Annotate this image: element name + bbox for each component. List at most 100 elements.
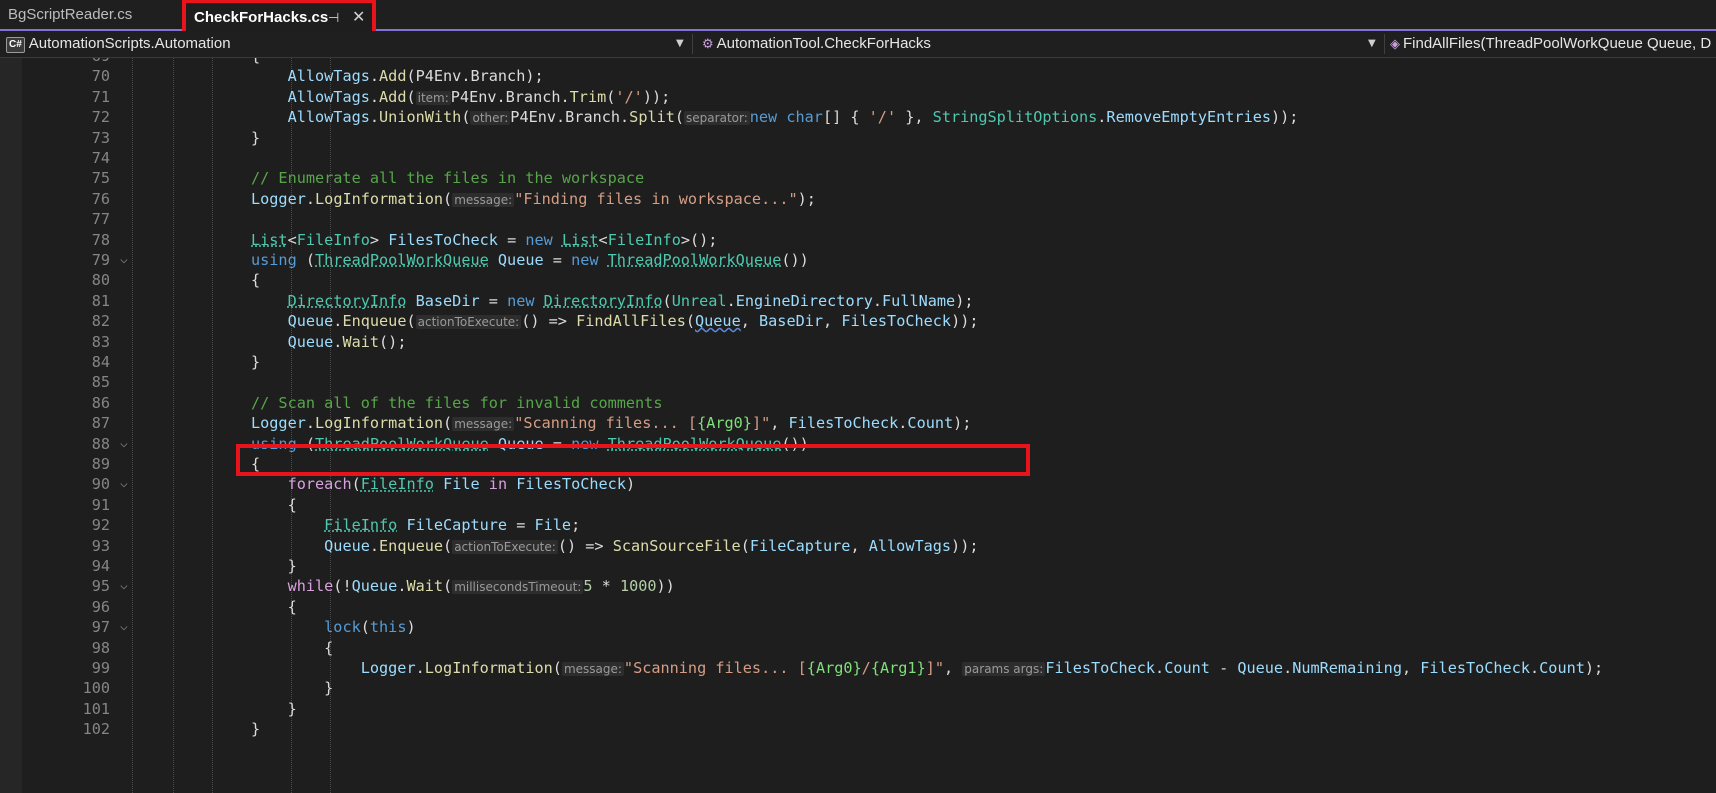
line-number: 100 xyxy=(82,679,110,698)
code-line[interactable]: 72 AllowTags.UnionWith(other: P4Env.Branc… xyxy=(0,106,1716,128)
code-line[interactable]: 73} xyxy=(0,127,1716,149)
line-number: 86 xyxy=(91,393,110,412)
type-name: AutomationTool.CheckForHacks xyxy=(716,35,931,52)
code-text: } xyxy=(251,353,261,371)
code-line[interactable]: 81 DirectoryInfo BaseDir = new Directory… xyxy=(0,290,1716,312)
line-number: 70 xyxy=(91,67,110,86)
code-line[interactable]: 90 ⌵ foreach(FileInfo File in FilesToChec… xyxy=(0,473,1716,495)
project-dropdown[interactable]: C# AutomationScripts.Automation xyxy=(6,33,616,55)
code-text: { xyxy=(251,271,261,290)
code-editor[interactable]: 69{70 AllowTags.Add(P4Env.Branch);71 All… xyxy=(0,58,1716,793)
close-icon[interactable]: ✕ xyxy=(352,3,365,33)
line-number: 74 xyxy=(91,149,110,167)
code-text: DirectoryInfo BaseDir = new DirectoryInf… xyxy=(287,291,974,310)
code-text: { xyxy=(287,597,297,616)
code-line[interactable]: 78 List<FileInfo> FilesToCheck = new List… xyxy=(0,229,1716,251)
code-line[interactable]: 74 xyxy=(0,147,1716,169)
code-line[interactable]: 99 Logger.LogInformation(message: "Scanni… xyxy=(0,657,1716,679)
code-text: List<FileInfo> FilesToCheck = new List<F… xyxy=(251,230,718,249)
type-dropdown[interactable]: ⚙ AutomationTool.CheckForHacks xyxy=(702,33,1362,55)
code-line[interactable]: 79 ⌵ using (ThreadPoolWorkQueue Queue = ne… xyxy=(0,249,1716,271)
chevron-down-icon[interactable]: ▼ xyxy=(676,33,684,55)
line-number: 99 xyxy=(91,659,110,677)
line-number: 101 xyxy=(82,699,110,718)
line-number: 76 xyxy=(91,189,110,208)
code-text: } xyxy=(287,699,297,718)
line-number: 87 xyxy=(91,414,110,433)
line-number: 91 xyxy=(91,495,110,514)
fold-chevron-icon[interactable]: ⌵ xyxy=(120,616,128,638)
code-line[interactable]: 77 xyxy=(0,208,1716,230)
code-line[interactable]: 76 Logger.LogInformation(message: "Finding… xyxy=(0,188,1716,210)
line-number: 73 xyxy=(91,128,110,147)
line-number: 80 xyxy=(91,271,110,290)
code-text: lock(this) xyxy=(324,618,416,637)
code-line[interactable]: 83 Queue.Wait(); xyxy=(0,331,1716,353)
code-line[interactable]: 84} xyxy=(0,351,1716,373)
member-dropdown[interactable]: ◈ FindAllFiles(ThreadPoolWorkQueue Queue,… xyxy=(1390,33,1716,55)
tab-label: BgScriptReader.cs xyxy=(8,6,133,23)
fold-chevron-icon[interactable]: ⌵ xyxy=(120,249,128,271)
highlight-box xyxy=(236,444,1030,476)
line-number: 79 xyxy=(91,251,110,269)
code-line[interactable]: 95 ⌵ while(!Queue.Wait(millisecondsTimeou… xyxy=(0,575,1716,597)
tab-bgscriptreader[interactable]: BgScriptReader.cs xyxy=(0,0,178,29)
code-text: } xyxy=(251,128,261,147)
code-line[interactable]: 98 { xyxy=(0,637,1716,659)
code-text: } xyxy=(251,720,261,739)
code-line[interactable]: 101 } xyxy=(0,698,1716,720)
code-line[interactable]: 102} xyxy=(0,718,1716,740)
code-text: } xyxy=(287,557,297,575)
document-tab-strip: BgScriptReader.cs CheckForHacks.cs ⊣ ✕ xyxy=(0,0,1716,36)
divider xyxy=(1384,34,1385,54)
fold-chevron-icon[interactable]: ⌵ xyxy=(120,473,128,495)
code-line[interactable]: 93 Queue.Enqueue(actionToExecute:() => S… xyxy=(0,535,1716,557)
code-text: } xyxy=(324,679,334,698)
line-number: 102 xyxy=(82,720,110,739)
line-number: 84 xyxy=(91,353,110,371)
line-number: 78 xyxy=(91,230,110,249)
line-number: 93 xyxy=(91,536,110,555)
line-number: 83 xyxy=(91,332,110,351)
line-number: 98 xyxy=(91,638,110,657)
code-line[interactable]: 87 Logger.LogInformation(message: "Scannin… xyxy=(0,412,1716,434)
line-number: 97 xyxy=(91,618,110,637)
tab-label: CheckForHacks.cs xyxy=(194,9,329,26)
code-line[interactable]: 97 ⌵ lock(this) xyxy=(0,616,1716,638)
line-number: 85 xyxy=(91,373,110,392)
method-icon: ◈ xyxy=(1390,36,1400,51)
code-line[interactable]: 80 { xyxy=(0,269,1716,291)
code-line[interactable]: 91 { xyxy=(0,494,1716,516)
code-text: Queue.Wait(); xyxy=(287,332,407,351)
code-text: using (ThreadPoolWorkQueue Queue = new T… xyxy=(251,251,809,269)
line-number: 75 xyxy=(91,169,110,188)
chevron-down-icon[interactable]: ▼ xyxy=(1368,33,1376,55)
code-text: AllowTags.Add(P4Env.Branch); xyxy=(287,67,544,86)
code-text: { xyxy=(287,495,297,514)
pin-icon[interactable]: ⊣ xyxy=(328,3,339,33)
code-line[interactable]: 82 Queue.Enqueue(actionToExecute:() => F… xyxy=(0,310,1716,332)
fold-chevron-icon[interactable]: ⌵ xyxy=(120,575,128,597)
line-number: 95 xyxy=(91,577,110,596)
line-number: 77 xyxy=(91,210,110,229)
code-line[interactable]: 86 // Scan all of the files for invalid c… xyxy=(0,392,1716,414)
member-name: FindAllFiles(ThreadPoolWorkQueue Queue, … xyxy=(1403,35,1712,52)
code-line[interactable]: 70 AllowTags.Add(P4Env.Branch); xyxy=(0,65,1716,87)
line-number: 92 xyxy=(91,516,110,535)
code-line[interactable]: 71 AllowTags.Add(item: P4Env.Branch.Trim(… xyxy=(0,86,1716,108)
project-name: AutomationScripts.Automation xyxy=(28,35,231,52)
code-line[interactable]: 92 FileInfo FileCapture = File; xyxy=(0,514,1716,536)
code-line[interactable]: 96 { xyxy=(0,596,1716,618)
code-line[interactable]: 85 xyxy=(0,371,1716,393)
navigation-bar: C# AutomationScripts.Automation ▼ ⚙ Automa… xyxy=(0,31,1716,58)
code-line[interactable]: 100 } xyxy=(0,677,1716,699)
code-line[interactable]: 75 // Enumerate all the files in the work… xyxy=(0,167,1716,189)
fold-chevron-icon[interactable]: ⌵ xyxy=(120,433,128,455)
code-text: foreach(FileInfo File in FilesToCheck) xyxy=(287,475,636,494)
code-text: // Scan all of the files for invalid com… xyxy=(251,393,663,412)
line-number: 96 xyxy=(91,597,110,616)
line-number: 82 xyxy=(91,312,110,331)
code-text: FileInfo FileCapture = File; xyxy=(324,516,581,535)
code-line[interactable]: 94 } xyxy=(0,555,1716,577)
code-text: // Enumerate all the files in the worksp… xyxy=(251,169,645,188)
